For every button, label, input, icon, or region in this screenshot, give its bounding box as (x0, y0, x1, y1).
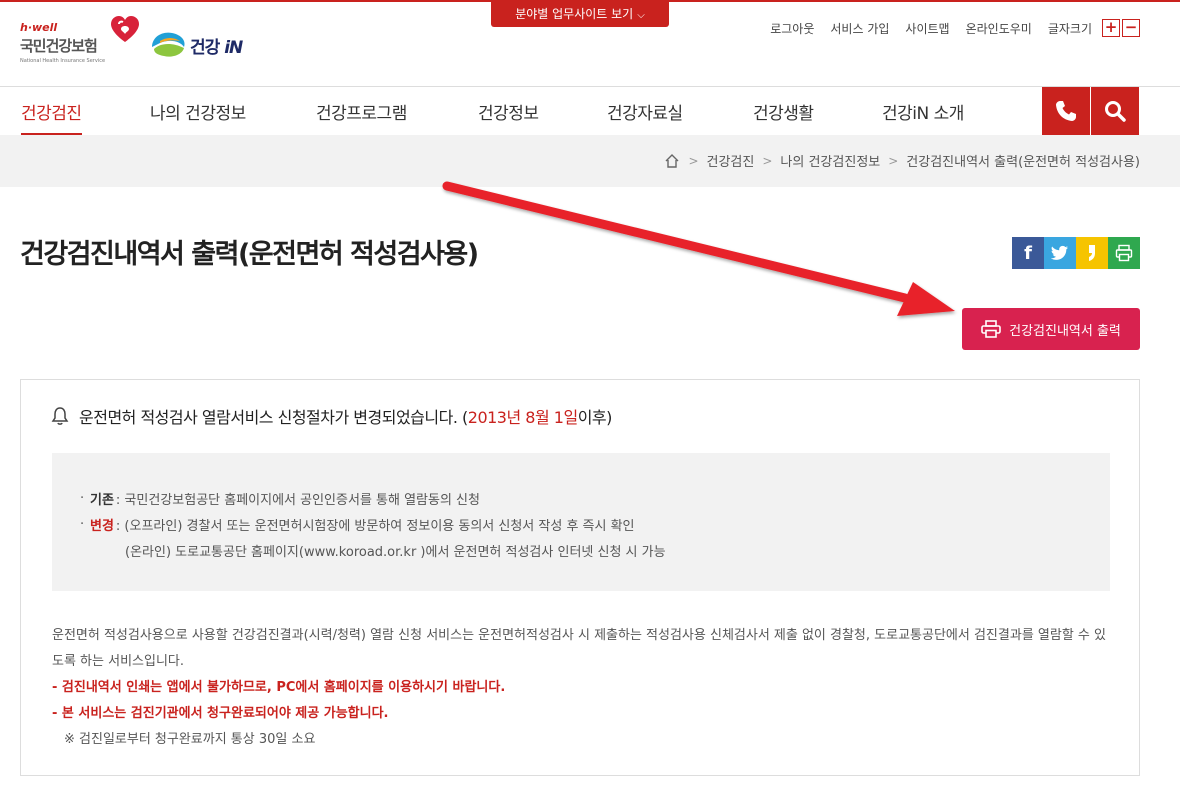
list-item: (온라인) 도로교통공단 홈페이지(www.koroad.or.kr )에서 운… (80, 537, 1082, 563)
sitemap-link[interactable]: 사이트맵 (905, 20, 949, 37)
font-decrease-button[interactable]: − (1122, 19, 1140, 37)
field-sites-button[interactable]: 분야별 업무사이트 보기 ⌵ (491, 2, 669, 27)
font-size-label: 글자크기 (1047, 21, 1092, 36)
change-text-online: (온라인) 도로교통공단 홈페이지(www.koroad.or.kr )에서 운… (125, 544, 666, 560)
search-button[interactable] (1091, 87, 1139, 135)
procedure-box: · 기존 : 국민건강보험공단 홈페이지에서 공인인증서를 통해 열람동의 신청… (52, 453, 1110, 591)
bullet-icon: · (80, 516, 85, 532)
bullet-icon: · (80, 490, 85, 506)
print-checkup-button[interactable]: 건강검진내역서 출력 (962, 308, 1140, 350)
breadcrumb: > 건강검진 > 나의 건강검진정보 > 건강검진내역서 출력(운전면허 적성검… (664, 151, 1140, 170)
standard-label: 기존 (90, 492, 114, 508)
notice-head-suffix: 이후) (577, 408, 613, 427)
breadcrumb-current: 건강검진내역서 출력(운전면허 적성검사용) (906, 155, 1140, 170)
nav-item-health-info[interactable]: 건강정보 (478, 99, 539, 124)
nav-item-library[interactable]: 건강자료실 (607, 99, 683, 124)
logout-link[interactable]: 로그아웃 (770, 20, 814, 37)
breadcrumb-separator: > (762, 153, 773, 168)
twitter-icon (1051, 245, 1068, 260)
change-text-offline: : (오프라인) 경찰서 또는 운전면허시험장에 방문하여 정보이용 동의서 신… (115, 518, 635, 534)
change-label: 변경 (90, 518, 114, 534)
warning-app: - 검진내역서 인쇄는 앱에서 불가하므로, PC에서 홈페이지를 이용하시기 … (52, 680, 506, 695)
utility-links: 로그아웃 서비스 가입 사이트맵 온라인도우미 글자크기 + − (754, 19, 1140, 37)
notice-head-prefix: 운전면허 적성검사 열람서비스 신청절차가 변경되었습니다. ( (79, 408, 468, 427)
breadcrumb-separator: > (688, 153, 699, 168)
phone-button[interactable] (1042, 87, 1090, 135)
share-buttons: f (1012, 237, 1140, 269)
print-share-button[interactable] (1108, 237, 1140, 269)
health-in-kr: 건강 (190, 38, 220, 58)
health-in-logo[interactable]: 건강 iN (150, 29, 260, 63)
service-description: 운전면허 적성검사용으로 사용할 건강검진결과(시력/청력) 열람 신청 서비스… (52, 623, 1112, 753)
health-in-en: iN (224, 38, 243, 58)
facebook-icon: f (1024, 242, 1032, 264)
home-icon[interactable] (664, 153, 680, 169)
warning-claim: - 본 서비스는 검진기관에서 청구완료되어야 제공 가능합니다. (52, 706, 389, 721)
logo-name: 국민건강보험 (20, 37, 98, 55)
kakaostory-share-button[interactable] (1076, 237, 1108, 269)
standard-text: : 국민건강보험공단 홈페이지에서 공인인증서를 통해 열람동의 신청 (115, 492, 480, 508)
breadcrumb-item[interactable]: 건강검진 (707, 151, 755, 170)
health-in-text: 건강 iN (190, 33, 243, 58)
field-sites-label: 분야별 업무사이트 보기 (515, 7, 634, 21)
bell-icon (51, 407, 69, 425)
print-icon (1115, 244, 1133, 262)
notice-heading: 운전면허 적성검사 열람서비스 신청절차가 변경되었습니다. (2013년 8월… (51, 404, 612, 428)
breadcrumb-separator: > (888, 153, 899, 168)
nhis-logo[interactable]: h·well 국민건강보험 National Health Insurance … (20, 16, 140, 69)
notice-box: 운전면허 적성검사 열람서비스 신청절차가 변경되었습니다. (2013년 8월… (20, 379, 1140, 776)
breadcrumb-bar: > 건강검진 > 나의 건강검진정보 > 건강검진내역서 출력(운전면허 적성검… (0, 135, 1180, 187)
nav-item-my-health[interactable]: 나의 건강정보 (150, 99, 246, 124)
notice-date: 2013년 8월 1일 (467, 408, 578, 427)
online-help-link[interactable]: 온라인도우미 (966, 20, 1032, 37)
page-title: 건강검진내역서 출력(운전면허 적성검사용) (20, 239, 479, 270)
nav-item-about[interactable]: 건강iN 소개 (882, 99, 964, 124)
font-size-controls: + − (1100, 19, 1140, 37)
facebook-share-button[interactable]: f (1012, 237, 1044, 269)
nav-item-life[interactable]: 건강생활 (753, 99, 814, 124)
description-text: 운전면허 적성검사용으로 사용할 건강검진결과(시력/청력) 열람 신청 서비스… (52, 628, 1106, 669)
font-increase-button[interactable]: + (1102, 19, 1120, 37)
service-join-link[interactable]: 서비스 가입 (830, 20, 889, 37)
top-bar: 분야별 업무사이트 보기 ⌵ h·well 국민건강보험 National Hea… (0, 0, 1180, 86)
nav-item-programs[interactable]: 건강프로그램 (316, 99, 407, 124)
phone-icon (1056, 101, 1076, 121)
nav-item-checkup[interactable]: 건강검진 (21, 99, 82, 135)
breadcrumb-item[interactable]: 나의 건강검진정보 (780, 151, 880, 170)
twitter-share-button[interactable] (1044, 237, 1076, 269)
printer-icon (981, 320, 1001, 338)
logo-tagline: h·well (20, 21, 58, 34)
chevron-down-icon: ⌵ (637, 10, 645, 21)
health-in-mark-icon (152, 32, 185, 57)
print-checkup-label: 건강검진내역서 출력 (1009, 323, 1121, 339)
list-item: · 기존 : 국민건강보험공단 홈페이지에서 공인인증서를 통해 열람동의 신청 (80, 485, 1082, 511)
kakaostory-icon (1089, 245, 1095, 261)
list-item: · 변경 : (오프라인) 경찰서 또는 운전면허시험장에 방문하여 정보이용 … (80, 511, 1082, 537)
search-icon (1105, 101, 1126, 122)
logo-eng: National Health Insurance Service (20, 58, 106, 64)
heart-icon (111, 16, 139, 42)
claim-note: ※ 검진일로부터 청구완료까지 통상 30일 소요 (64, 732, 316, 747)
main-nav: 건강검진 나의 건강정보 건강프로그램 건강정보 건강자료실 건강생활 건강iN… (0, 86, 1180, 135)
